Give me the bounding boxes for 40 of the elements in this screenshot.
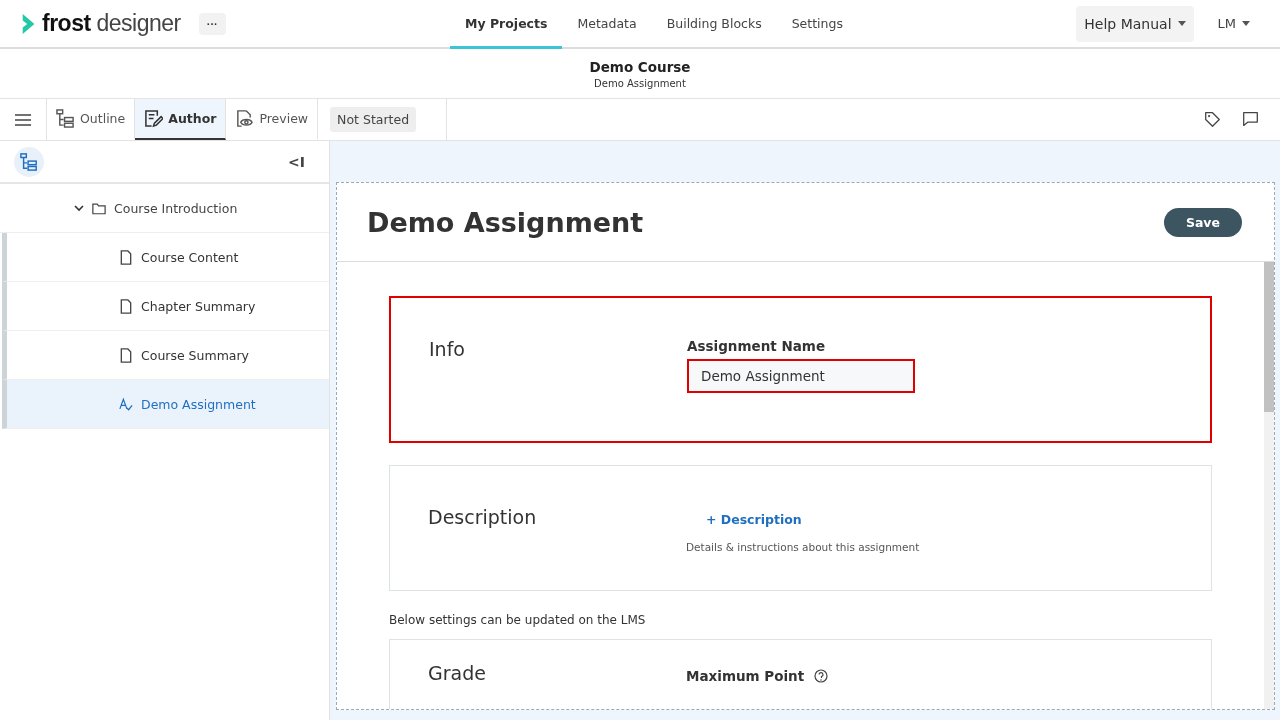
tree-item[interactable]: Demo Assignment	[2, 380, 329, 429]
course-subtitle: Demo Assignment	[594, 77, 686, 89]
tree-folder[interactable]: Course Introduction	[0, 184, 329, 233]
field-label: Maximum Point	[686, 668, 805, 684]
section-title: Grade	[428, 662, 487, 686]
nav-tab[interactable]: Building Blocks	[651, 0, 777, 49]
more-button[interactable]: ···	[198, 12, 226, 35]
outline-tree-icon[interactable]	[14, 146, 44, 177]
section-title: Info	[429, 338, 466, 362]
nav-tab[interactable]: Settings	[776, 0, 858, 49]
logo: frost designer	[42, 10, 181, 37]
edit-document-icon	[144, 109, 164, 128]
tag-icon[interactable]	[1204, 111, 1221, 128]
collapse-button[interactable]: <I	[286, 151, 307, 172]
help-menu-button[interactable]: Help Manual	[1076, 5, 1194, 42]
status-badge: Not Started	[330, 107, 417, 132]
assignment-name-field[interactable]: Demo Assignment	[687, 359, 915, 393]
scrollbar[interactable]	[1264, 262, 1274, 709]
save-button[interactable]: Save	[1163, 207, 1242, 237]
document-icon	[119, 298, 133, 314]
eye-document-icon	[235, 109, 255, 128]
user-menu-button[interactable]: LM	[1207, 8, 1260, 39]
add-description-link[interactable]: + Description	[706, 512, 802, 527]
view-tab[interactable]: Author	[135, 99, 227, 140]
assignment-title: Demo Assignment	[367, 206, 644, 238]
lms-note: Below settings can be updated on the LMS	[389, 613, 647, 627]
chevron-icon[interactable]	[74, 203, 84, 213]
document-icon	[119, 347, 133, 363]
section-title: Description	[428, 506, 538, 530]
outline-tree-icon	[56, 109, 75, 128]
description-hint: Details & instructions about this assignment	[686, 541, 920, 553]
assignment-icon	[119, 396, 133, 412]
course-title: Demo Course	[589, 58, 691, 75]
nav-tab[interactable]: Metadata	[562, 0, 652, 49]
field-label: Assignment Name	[687, 338, 826, 354]
comment-icon[interactable]	[1242, 111, 1259, 128]
nav-tab[interactable]: My Projects	[450, 0, 563, 49]
document-icon	[119, 249, 133, 265]
folder-icon	[92, 200, 106, 216]
help-icon[interactable]	[814, 669, 829, 683]
